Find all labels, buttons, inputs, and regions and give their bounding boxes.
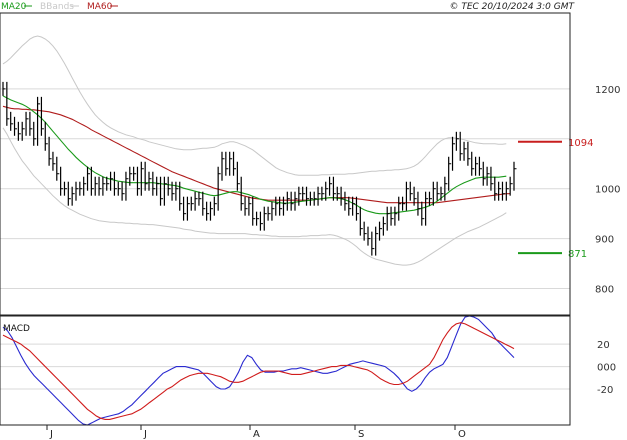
chart-canvas: 1094 871 800 900 1000 1200 MA20 BBands MA60 … — [0, 2, 620, 440]
macd-y-tick-label: 20 — [597, 340, 610, 351]
macd-y-tick-label: -20 — [597, 385, 613, 396]
macd-y-axis: -20 000 20 — [597, 340, 616, 396]
level-label-1094: 1094 — [568, 138, 593, 149]
x-tick-label: A — [253, 429, 260, 440]
macd-title: MACD — [3, 324, 30, 334]
stock-chart: 1094 871 800 900 1000 1200 MA20 BBands MA60 … — [0, 0, 627, 440]
x-tick-label: J — [143, 429, 147, 440]
price-panel-background — [0, 13, 570, 315]
legend-ma20: MA20 — [1, 2, 27, 12]
x-tick-label: J — [49, 429, 53, 440]
price-y-tick-label: 800 — [595, 285, 614, 296]
x-tick-label: O — [458, 429, 466, 440]
x-axis: JJASO — [0, 424, 570, 440]
price-y-axis: 800 900 1000 1200 — [595, 85, 620, 296]
macd-y-tick-label: 000 — [597, 363, 616, 374]
price-y-tick-label: 1000 — [595, 185, 620, 196]
x-tick-label: S — [358, 429, 364, 440]
copyright-text: © TEC 20/10/2024 3:0 GMT — [449, 2, 575, 12]
level-label-871: 871 — [568, 249, 587, 260]
legend-ma60: MA60 — [87, 2, 113, 12]
price-y-tick-label: 900 — [595, 235, 614, 246]
legend-bbands: BBands — [40, 2, 74, 12]
macd-panel: -20 000 20 MACD — [0, 315, 616, 426]
price-y-tick-label: 1200 — [595, 85, 620, 96]
price-panel: 1094 871 800 900 1000 1200 — [0, 12, 620, 316]
legend: MA20 BBands MA60 © TEC 20/10/2024 3:0 GM… — [1, 2, 575, 12]
